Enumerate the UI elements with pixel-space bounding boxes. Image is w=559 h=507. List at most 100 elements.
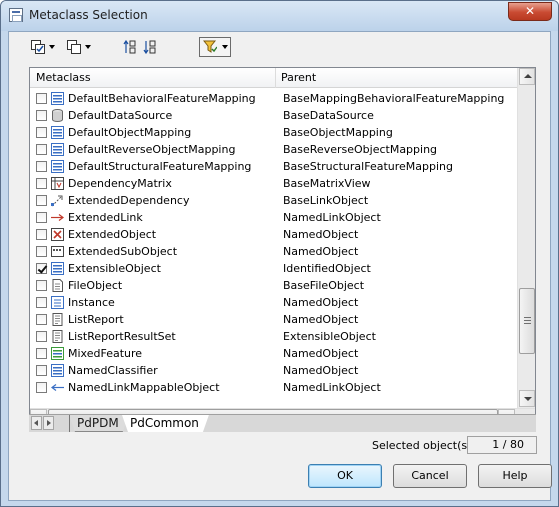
blue-arrow-icon xyxy=(51,381,64,394)
row-checkbox[interactable] xyxy=(36,93,47,104)
row-checkbox[interactable] xyxy=(36,314,47,325)
scroll-up-button[interactable] xyxy=(519,68,535,85)
deselect-all-icon xyxy=(67,40,81,54)
metaclass-grid: Metaclass Parent DefaultBehavioralFeatur… xyxy=(29,67,536,427)
toolbar xyxy=(9,32,550,64)
row-checkbox[interactable] xyxy=(36,127,47,138)
column-header-metaclass[interactable]: Metaclass xyxy=(36,71,91,84)
tab-pdcommon[interactable]: PdCommon xyxy=(122,415,209,432)
parent-name: NamedObject xyxy=(283,245,359,258)
ok-button[interactable]: OK xyxy=(308,464,382,488)
metaclass-name: MixedFeature xyxy=(68,347,143,360)
metaclass-name: ExtendedLink xyxy=(68,211,143,224)
table-row[interactable]: NamedLinkMappableObject NamedLinkObject xyxy=(30,379,517,396)
table-row[interactable]: Instance NamedObject xyxy=(30,294,517,311)
column-header-parent[interactable]: Parent xyxy=(281,71,316,84)
dialog-window-icon xyxy=(9,8,23,22)
sort-ascending-icon xyxy=(123,40,136,54)
close-button[interactable]: ✕ xyxy=(508,2,552,21)
metaclass-name: ExtendedDependency xyxy=(68,194,190,207)
row-checkbox[interactable] xyxy=(36,263,47,274)
table-row[interactable]: ExtendedSubObject NamedObject xyxy=(30,243,517,260)
table-row[interactable]: DependencyMatrix BaseMatrixView xyxy=(30,175,517,192)
table-row[interactable]: ListReport NamedObject xyxy=(30,311,517,328)
file-icon xyxy=(51,279,64,292)
row-checkbox[interactable] xyxy=(36,297,47,308)
list-icon xyxy=(51,160,64,173)
tab-pdpdm[interactable]: PdPDM xyxy=(69,415,129,432)
select-all-button[interactable] xyxy=(31,40,57,56)
table-row[interactable]: ExtensibleObject IdentifiedObject xyxy=(30,260,517,277)
row-checkbox[interactable] xyxy=(36,246,47,257)
row-checkbox[interactable] xyxy=(36,331,47,342)
table-row[interactable]: DefaultReverseObjectMapping BaseReverseOb… xyxy=(30,141,517,158)
parent-name: BaseFileObject xyxy=(283,279,365,292)
parent-name: BaseDataSource xyxy=(283,109,374,122)
sort-ascending-button[interactable] xyxy=(123,40,137,56)
row-checkbox[interactable] xyxy=(36,382,47,393)
table-row[interactable]: ExtendedObject NamedObject xyxy=(30,226,517,243)
parent-name: BaseObjectMapping xyxy=(283,126,393,139)
metaclass-selection-dialog: Metaclass Selection ✕ Metaclass Parent D… xyxy=(0,0,559,507)
row-checkbox[interactable] xyxy=(36,161,47,172)
row-checkbox[interactable] xyxy=(36,365,47,376)
help-button[interactable]: Help xyxy=(478,464,552,488)
parent-name: NamedObject xyxy=(283,296,359,309)
row-checkbox[interactable] xyxy=(36,110,47,121)
parent-name: IdentifiedObject xyxy=(283,262,371,275)
table-row[interactable]: MixedFeature NamedObject xyxy=(30,345,517,362)
table-row[interactable]: NamedClassifier NamedObject xyxy=(30,362,517,379)
tab-divider xyxy=(69,415,70,432)
report-icon xyxy=(51,313,64,326)
tab-scroll-right-icon[interactable] xyxy=(43,416,54,430)
vertical-scroll-thumb[interactable] xyxy=(519,288,535,354)
list-icon xyxy=(51,364,64,377)
scroll-down-button[interactable] xyxy=(519,390,535,407)
metaclass-name: DefaultStructuralFeatureMapping xyxy=(68,160,252,173)
table-row[interactable]: ExtendedDependency BaseLinkObject xyxy=(30,192,517,209)
grip-line xyxy=(524,320,531,321)
extended-object-icon xyxy=(51,228,64,241)
chevron-down-icon xyxy=(85,45,91,49)
parent-name: NamedObject xyxy=(283,347,359,360)
sort-descending-button[interactable] xyxy=(143,40,157,56)
report-icon xyxy=(51,330,64,343)
row-checkbox[interactable] xyxy=(36,348,47,359)
row-checkbox[interactable] xyxy=(36,195,47,206)
filter-button[interactable] xyxy=(199,37,231,57)
selected-count-value: 1 / 80 xyxy=(467,436,537,454)
cancel-button[interactable]: Cancel xyxy=(393,464,467,488)
deselect-all-button[interactable] xyxy=(67,40,93,56)
row-checkbox[interactable] xyxy=(36,280,47,291)
table-row[interactable]: ListReportResultSet ExtensibleObject xyxy=(30,328,517,345)
column-separator[interactable] xyxy=(275,68,276,88)
tab-scroll-left-icon[interactable] xyxy=(31,416,42,430)
parent-name: BaseMappingBehavioralFeatureMapping xyxy=(283,92,505,105)
parent-name: NamedObject xyxy=(283,313,359,326)
parent-name: NamedLinkObject xyxy=(283,211,381,224)
table-row[interactable]: DefaultObjectMapping BaseObjectMapping xyxy=(30,124,517,141)
metaclass-name: Instance xyxy=(68,296,115,309)
metaclass-name: DefaultDataSource xyxy=(68,109,173,122)
grip-line xyxy=(524,317,531,318)
table-row[interactable]: DefaultBehavioralFeatureMapping BaseMappi… xyxy=(30,90,517,107)
list-icon xyxy=(51,126,64,139)
select-all-icon xyxy=(31,40,45,54)
metaclass-name: NamedClassifier xyxy=(68,364,158,377)
vertical-scrollbar[interactable] xyxy=(517,68,535,408)
table-row[interactable]: DefaultStructuralFeatureMapping BaseStruc… xyxy=(30,158,517,175)
list-icon xyxy=(51,143,64,156)
filter-icon xyxy=(203,40,217,53)
table-row[interactable]: ExtendedLink NamedLinkObject xyxy=(30,209,517,226)
metaclass-name: NamedLinkMappableObject xyxy=(68,381,220,394)
table-row[interactable]: FileObject BaseFileObject xyxy=(30,277,517,294)
row-checkbox[interactable] xyxy=(36,229,47,240)
table-row[interactable]: DefaultDataSource BaseDataSource xyxy=(30,107,517,124)
metaclass-name: DefaultBehavioralFeatureMapping xyxy=(68,92,256,105)
list-icon xyxy=(51,262,64,275)
matrix-icon xyxy=(51,177,64,190)
row-checkbox[interactable] xyxy=(36,144,47,155)
row-checkbox[interactable] xyxy=(36,178,47,189)
metaclass-name: FileObject xyxy=(68,279,123,292)
row-checkbox[interactable] xyxy=(36,212,47,223)
